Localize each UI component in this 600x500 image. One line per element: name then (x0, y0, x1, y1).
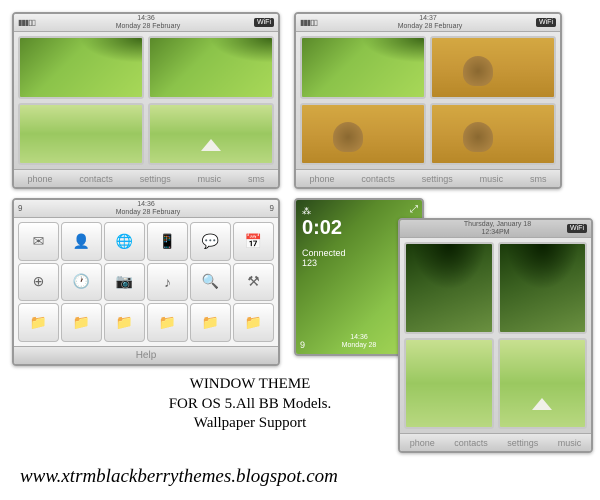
wifi-badge: WiFi (254, 18, 274, 27)
music-icon[interactable]: ♪ (147, 263, 188, 302)
folder5-icon[interactable]: 📁 (190, 303, 231, 342)
dock: phone contacts settings music sms (14, 169, 278, 187)
window-panes (14, 32, 278, 169)
tools-icon[interactable]: ⚒ (233, 263, 274, 302)
dock-sms[interactable]: sms (248, 174, 265, 184)
clock: 14:37 (394, 15, 463, 23)
wifi-badge: WiFi (536, 18, 556, 27)
pane-bottom-left (300, 103, 426, 166)
dock: phone contacts settings music sms (296, 169, 560, 187)
screenshot-3: 9 14:36 Monday 28 February 9 ✉ 👤 🌐 📱 💬 📅… (12, 198, 280, 366)
expand-icon[interactable]: ⤢ (410, 204, 418, 215)
clock: 12:34PM (460, 229, 531, 237)
browser-icon[interactable]: 🌐 (104, 222, 145, 261)
dock-phone[interactable]: phone (309, 174, 334, 184)
dock-settings[interactable]: settings (422, 174, 453, 184)
screenshot-5: Thursday, January 18 12:34PM WiFi phone … (398, 218, 593, 453)
folder3-icon[interactable]: 📁 (104, 303, 145, 342)
date: Monday 28 February (116, 209, 181, 217)
screenshot-1: ▮▮▮▯▯ 14:36 Monday 28 February WiFi phon… (12, 12, 280, 189)
app-grid: ✉ 👤 🌐 📱 💬 📅 ⊕ 🕐 📷 ♪ 🔍 ⚒ 📁 📁 📁 📁 📁 📁 (14, 218, 278, 346)
right-num: 9 (270, 204, 274, 213)
help-label: Help (136, 350, 157, 361)
status-bar: Thursday, January 18 12:34PM WiFi (400, 220, 591, 238)
notif-count: 9 (300, 340, 305, 350)
date: Monday 28 February (116, 23, 181, 31)
help-bar[interactable]: Help (14, 346, 278, 364)
dock-contacts[interactable]: contacts (79, 174, 113, 184)
pane-top-left (300, 36, 426, 99)
wifi-badge: WiFi (567, 224, 587, 233)
folder2-icon[interactable]: 📁 (61, 303, 102, 342)
dock-phone[interactable]: phone (410, 438, 435, 448)
pane-top-left (404, 242, 494, 334)
camera-icon[interactable]: 📷 (104, 263, 145, 302)
search-icon[interactable]: 🔍 (190, 263, 231, 302)
pane-top-right (148, 36, 274, 99)
pane-top-left (18, 36, 144, 99)
theme-title: WINDOW THEME FOR OS 5.All BB Models. Wal… (110, 375, 390, 434)
compass-icon[interactable]: ⊕ (18, 263, 59, 302)
pane-top-right (430, 36, 556, 99)
dock-music[interactable]: music (198, 174, 222, 184)
dock-music[interactable]: music (480, 174, 504, 184)
clock-icon[interactable]: 🕐 (61, 263, 102, 302)
bb-icon: ⁂ (302, 206, 416, 217)
dock-settings[interactable]: settings (507, 438, 538, 448)
messages-icon[interactable]: ✉ (18, 222, 59, 261)
calendar-icon[interactable]: 📅 (233, 222, 274, 261)
status-bar: 9 14:36 Monday 28 February 9 (14, 200, 278, 218)
lock-date: 14:36 Monday 28 (342, 334, 377, 350)
dock-contacts[interactable]: contacts (361, 174, 395, 184)
title-line1: WINDOW THEME (110, 375, 390, 395)
status-bar: ▮▮▮▯▯ 14:36 Monday 28 February WiFi (14, 14, 278, 32)
dock-contacts[interactable]: contacts (454, 438, 488, 448)
pane-bottom-right (498, 338, 588, 430)
pane-top-right (498, 242, 588, 334)
chat-icon[interactable]: 💬 (190, 222, 231, 261)
title-line2: FOR OS 5.All BB Models. (110, 395, 390, 415)
clock: 14:36 (112, 201, 181, 209)
left-num: 9 (18, 204, 22, 213)
dock-music[interactable]: music (558, 438, 582, 448)
folder1-icon[interactable]: 📁 (18, 303, 59, 342)
dock: phone contacts settings music (400, 433, 591, 451)
clock: 14:36 (112, 15, 181, 23)
website-url: www.xtrmblackberrythemes.blogspot.com (20, 466, 338, 488)
window-panes (296, 32, 560, 169)
pane-bottom-right (148, 103, 274, 166)
window-panes (400, 238, 591, 433)
contacts-icon[interactable]: 👤 (61, 222, 102, 261)
signal-icon: ▮▮▮▯▯ (300, 18, 317, 27)
dock-settings[interactable]: settings (140, 174, 171, 184)
folder4-icon[interactable]: 📁 (147, 303, 188, 342)
pane-bottom-right (430, 103, 556, 166)
folder6-icon[interactable]: 📁 (233, 303, 274, 342)
status-bar: ▮▮▮▯▯ 14:37 Monday 28 February WiFi (296, 14, 560, 32)
date: Thursday, January 18 (464, 221, 531, 229)
pane-bottom-left (404, 338, 494, 430)
pane-bottom-left (18, 103, 144, 166)
signal-icon: ▮▮▮▯▯ (18, 18, 35, 27)
dock-phone[interactable]: phone (27, 174, 52, 184)
date: Monday 28 February (398, 23, 463, 31)
screenshot-2: ▮▮▮▯▯ 14:37 Monday 28 February WiFi phon… (294, 12, 562, 189)
dock-sms[interactable]: sms (530, 174, 547, 184)
title-line3: Wallpaper Support (110, 414, 390, 434)
phone-icon[interactable]: 📱 (147, 222, 188, 261)
